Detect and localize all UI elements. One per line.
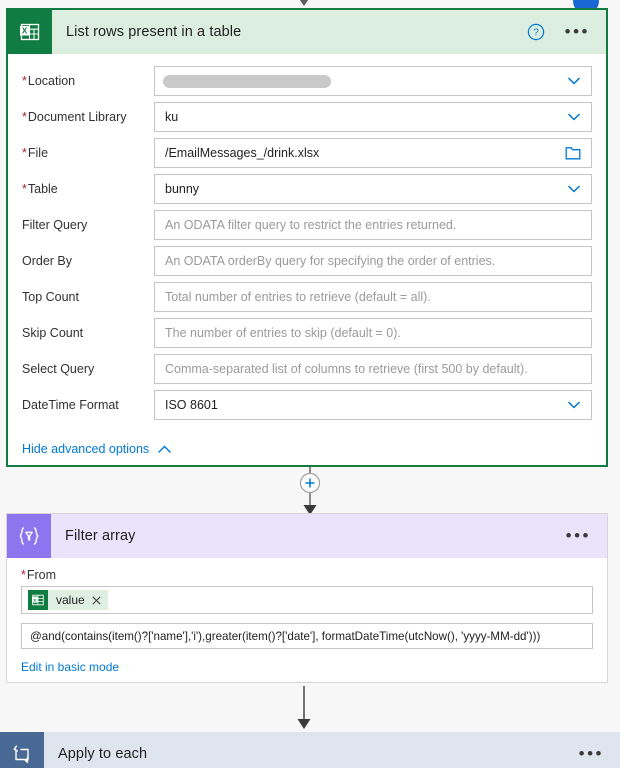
field-row-filter-query: Filter Query An ODATA filter query to re… — [22, 210, 592, 240]
from-token-input[interactable]: x value — [21, 586, 593, 614]
field-row-table: *Table bunny — [22, 174, 592, 204]
folder-picker-icon[interactable] — [565, 146, 581, 161]
field-row-order-by: Order By An ODATA orderBy query for spec… — [22, 246, 592, 276]
loop-icon — [0, 732, 44, 768]
field-label-datetime-format: DateTime Format — [22, 398, 119, 412]
redacted-value — [163, 74, 331, 88]
chevron-down-icon[interactable] — [566, 397, 582, 413]
skip-count-input[interactable]: The number of entries to skip (default =… — [154, 318, 592, 348]
select-query-placeholder: Comma-separated list of columns to retri… — [165, 362, 528, 376]
table-dropdown[interactable]: bunny — [154, 174, 592, 204]
dynamic-content-token[interactable]: x value — [28, 590, 108, 610]
field-row-file: *File /EmailMessages_/drink.xlsx — [22, 138, 592, 168]
top-count-placeholder: Total number of entries to retrieve (def… — [165, 290, 431, 304]
table-value: bunny — [165, 182, 200, 196]
field-row-top-count: Top Count Total number of entries to ret… — [22, 282, 592, 312]
card-menu-button[interactable]: ••• — [565, 23, 590, 40]
field-row-datetime-format: DateTime Format ISO 8601 — [22, 390, 592, 420]
filter-query-placeholder: An ODATA filter query to restrict the en… — [165, 218, 457, 232]
chevron-down-icon[interactable] — [566, 73, 582, 89]
chevron-down-icon[interactable] — [566, 181, 582, 197]
filter-expression-input[interactable]: @and(contains(item()?['name'],'i'),great… — [21, 623, 593, 649]
datetime-format-value: ISO 8601 — [165, 398, 218, 412]
excel-icon: x — [28, 590, 48, 610]
svg-text:x: x — [33, 598, 36, 603]
incoming-connector-arrow — [299, 0, 309, 6]
from-field-label: *From — [21, 568, 57, 582]
card-title: Filter array — [65, 528, 136, 544]
skip-count-placeholder: The number of entries to skip (default =… — [165, 326, 401, 340]
card-title: Apply to each — [58, 746, 148, 762]
required-asterisk: * — [22, 182, 27, 196]
card-menu-button[interactable]: ••• — [579, 745, 604, 762]
svg-text:X: X — [22, 26, 28, 35]
top-count-input[interactable]: Total number of entries to retrieve (def… — [154, 282, 592, 312]
field-label-document-library: *Document Library — [22, 110, 127, 124]
field-label-top-count: Top Count — [22, 290, 79, 304]
chevron-up-icon — [158, 445, 172, 453]
excel-icon: X — [8, 10, 52, 54]
filter-array-icon — [7, 514, 51, 558]
insert-step-connector[interactable] — [290, 467, 330, 517]
datetime-format-dropdown[interactable]: ISO 8601 — [154, 390, 592, 420]
file-value: /EmailMessages_/drink.xlsx — [165, 146, 320, 160]
required-asterisk: * — [22, 110, 27, 124]
field-label-filter-query: Filter Query — [22, 218, 88, 232]
location-dropdown[interactable] — [154, 66, 592, 96]
field-label-skip-count: Skip Count — [22, 326, 84, 340]
close-icon[interactable] — [92, 595, 101, 605]
field-row-location: *Location — [22, 66, 592, 96]
document-library-value: ku — [165, 110, 179, 124]
field-label-select-query: Select Query — [22, 362, 95, 376]
card-header-filter-array[interactable]: Filter array ••• — [7, 514, 607, 558]
field-row-select-query: Select Query Comma-separated list of col… — [22, 354, 592, 384]
field-row-skip-count: Skip Count The number of entries to skip… — [22, 318, 592, 348]
field-label-table: *Table — [22, 182, 58, 196]
field-row-document-library: *Document Library ku — [22, 102, 592, 132]
order-by-input[interactable]: An ODATA orderBy query for specifying th… — [154, 246, 592, 276]
filter-query-input[interactable]: An ODATA filter query to restrict the en… — [154, 210, 592, 240]
token-label: value — [56, 593, 85, 607]
required-asterisk: * — [21, 568, 26, 582]
svg-text:?: ? — [533, 28, 539, 39]
hide-advanced-options-label: Hide advanced options — [22, 442, 150, 456]
chevron-down-icon[interactable] — [566, 109, 582, 125]
action-card-list-rows[interactable]: X List rows present in a table ? ••• *Lo… — [6, 8, 608, 467]
action-card-apply-to-each[interactable]: Apply to each ••• — [0, 732, 620, 768]
card-menu-button[interactable]: ••• — [566, 527, 591, 544]
required-asterisk: * — [22, 146, 27, 160]
action-card-filter-array[interactable]: Filter array ••• *From x value @and(cont… — [6, 513, 608, 683]
flow-designer-canvas: X List rows present in a table ? ••• *Lo… — [0, 0, 620, 768]
flow-connector-arrow — [297, 686, 311, 729]
edit-in-basic-mode-link[interactable]: Edit in basic mode — [21, 660, 119, 674]
required-asterisk: * — [22, 74, 27, 88]
hide-advanced-options-link[interactable]: Hide advanced options — [22, 442, 592, 456]
card-header-list-rows[interactable]: X List rows present in a table ? ••• — [8, 10, 606, 54]
field-label-location: *Location — [22, 74, 76, 88]
select-query-input[interactable]: Comma-separated list of columns to retri… — [154, 354, 592, 384]
order-by-placeholder: An ODATA orderBy query for specifying th… — [165, 254, 496, 268]
field-label-file: *File — [22, 146, 49, 160]
file-input[interactable]: /EmailMessages_/drink.xlsx — [154, 138, 592, 168]
filter-expression-value: @and(contains(item()?['name'],'i'),great… — [30, 629, 541, 643]
field-label-order-by: Order By — [22, 254, 73, 268]
card-title: List rows present in a table — [66, 24, 242, 40]
card-body-list-rows: *Location *Document Library ku *File /Em… — [8, 54, 606, 456]
document-library-dropdown[interactable]: ku — [154, 102, 592, 132]
help-circle-icon[interactable]: ? — [527, 23, 545, 41]
